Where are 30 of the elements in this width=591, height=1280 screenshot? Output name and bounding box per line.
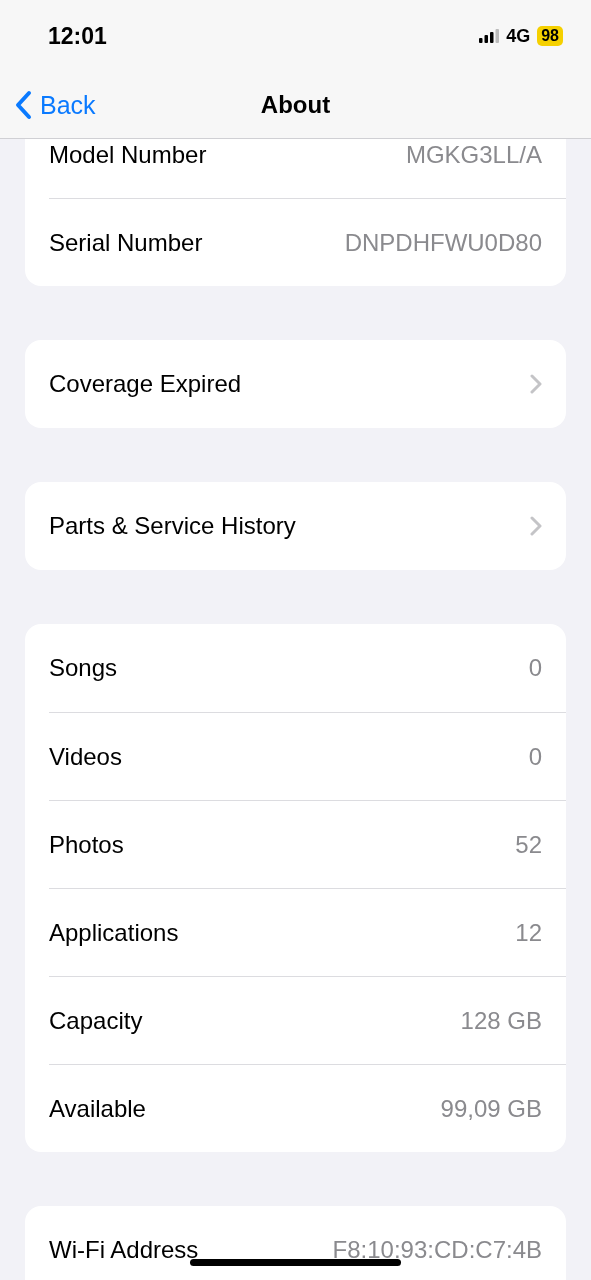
row-value: 52 bbox=[515, 832, 542, 857]
link-row[interactable]: Parts & Service History bbox=[49, 482, 566, 570]
row-label: Applications bbox=[49, 920, 180, 945]
signal-icon bbox=[479, 29, 500, 43]
row-value: F8:10:93:CD:C7:4B bbox=[332, 1238, 542, 1262]
row-label: Songs bbox=[49, 656, 119, 680]
chevron-icon bbox=[530, 516, 542, 536]
row-value: DNPDHFWU0D80 bbox=[344, 230, 542, 255]
network-label: 4G bbox=[506, 25, 531, 47]
home-indicator[interactable] bbox=[190, 1259, 401, 1266]
chevron-icon bbox=[530, 374, 542, 394]
row-label: Wi-Fi Address bbox=[49, 1238, 200, 1262]
screen-title: About bbox=[260, 91, 331, 119]
row-label: Photos bbox=[49, 832, 125, 857]
row-label: Capacity bbox=[49, 1008, 144, 1033]
clock: 12:01 bbox=[48, 22, 108, 50]
row-label: Videos bbox=[49, 744, 123, 769]
back-button[interactable]: Back bbox=[0, 90, 261, 120]
row-value: 128 GB bbox=[460, 1008, 542, 1033]
row-label: Serial Number bbox=[49, 230, 204, 255]
back-chevron-icon bbox=[14, 90, 32, 120]
row-value: 99,09 GB bbox=[440, 1096, 542, 1121]
row-label: Model Number bbox=[49, 143, 208, 167]
row-value: 12 bbox=[515, 920, 542, 945]
row-value: 0 bbox=[528, 744, 542, 769]
row-label: Available bbox=[49, 1096, 147, 1121]
link-row[interactable]: Coverage Expired bbox=[49, 340, 566, 428]
battery-indicator: 98 bbox=[537, 26, 563, 46]
row-value: 0 bbox=[528, 656, 542, 680]
row-value: MGKG3LL/A bbox=[405, 143, 542, 167]
